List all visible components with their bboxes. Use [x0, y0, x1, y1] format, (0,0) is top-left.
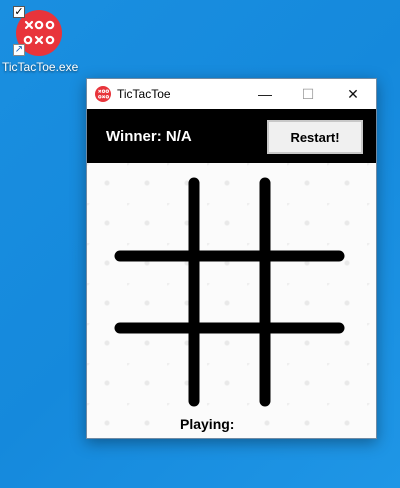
board-cell-3[interactable] — [270, 183, 339, 251]
minimize-button[interactable]: — — [242, 79, 288, 109]
board-cell-2[interactable] — [199, 183, 260, 251]
window-title: TicTacToe — [117, 87, 171, 101]
board-grid — [114, 177, 345, 407]
desktop-shortcut-tictactoe[interactable]: ✓ ↗ TicTacToe.exe — [0, 6, 78, 76]
close-button[interactable]: ✕ — [330, 79, 376, 109]
board-cell-5[interactable] — [199, 261, 260, 323]
title-bar[interactable]: TicTacToe — ☐ ✕ — [87, 79, 376, 109]
board-cell-1[interactable] — [120, 183, 189, 251]
playing-status: Playing: — [180, 416, 234, 432]
game-header: Winner: N/A Restart! — [87, 109, 376, 163]
restart-button[interactable]: Restart! — [267, 120, 363, 154]
desktop-icon-label: TicTacToe.exe — [2, 60, 79, 74]
game-board: Playing: — [87, 163, 376, 438]
winner-label: Winner: N/A — [106, 128, 192, 145]
app-logo-icon — [95, 86, 111, 102]
playing-label: Playing: — [180, 416, 235, 432]
board-cell-8[interactable] — [199, 333, 260, 401]
shortcut-arrow-icon: ↗ — [13, 44, 25, 56]
board-cell-6[interactable] — [270, 261, 339, 323]
board-cell-7[interactable] — [120, 333, 189, 401]
tictactoe-window: TicTacToe — ☐ ✕ Winner: N/A Restart! Pla… — [86, 78, 377, 439]
selection-checkbox-icon[interactable]: ✓ — [13, 6, 25, 18]
maximize-button[interactable]: ☐ — [285, 79, 331, 109]
board-cell-9[interactable] — [270, 333, 339, 401]
board-cell-4[interactable] — [120, 261, 189, 323]
